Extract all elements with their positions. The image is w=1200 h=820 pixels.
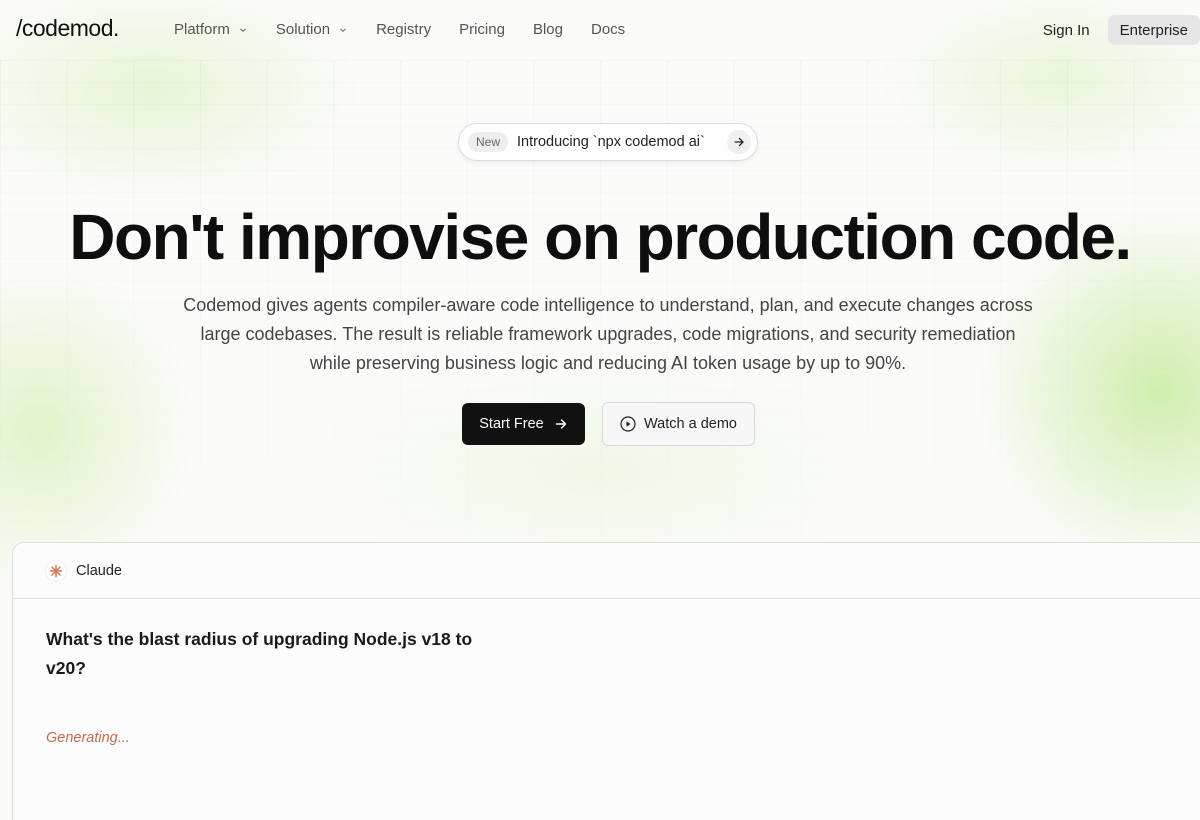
chevron-down-icon — [239, 27, 246, 32]
hero-subtitle: Codemod gives agents compiler-aware code… — [183, 295, 1033, 373]
nav-item-solution[interactable]: Solution — [276, 21, 348, 38]
chat-question: What's the blast radius of upgrading Nod… — [46, 629, 473, 678]
nav-item-blog[interactable]: Blog — [533, 21, 563, 38]
play-circle-icon — [620, 416, 636, 432]
nav-item-label: Blog — [532, 21, 563, 38]
agent-chat-card: Claude What's the blast radius of upgrad… — [12, 542, 1200, 820]
nav-item-docs[interactable]: Docs — [591, 21, 625, 38]
chat-header: Claude — [13, 543, 1200, 599]
claude-sparkle-icon — [45, 559, 67, 582]
top-navigation: /codemod. Platform Solution Registry Pri… — [0, 0, 1200, 60]
sign-in-link[interactable]: Sign In — [1043, 22, 1090, 39]
nav-item-pricing[interactable]: Pricing — [459, 21, 505, 38]
generating-status: Generating... — [46, 730, 130, 746]
nav-item-platform[interactable]: Platform — [174, 21, 248, 38]
hero-title: Don't improvise on production code. — [69, 201, 1132, 273]
agent-name: Claude — [76, 562, 122, 579]
announcement-text: Introducing `npx codemod ai` — [517, 134, 705, 150]
nav-actions: Sign In Enterprise — [1043, 15, 1200, 45]
start-free-label: Start Free — [479, 416, 544, 432]
chevron-down-icon — [340, 27, 346, 32]
nav-item-label: Platform — [174, 21, 230, 38]
nav-links: Platform Solution Registry Pricing Blog … — [174, 21, 625, 38]
nav-item-label: Docs — [590, 21, 626, 38]
enterprise-button[interactable]: Enterprise — [1107, 15, 1200, 45]
codemod-logo[interactable]: /codemod. — [16, 15, 119, 42]
nav-item-label: Registry — [376, 21, 432, 38]
watch-demo-button[interactable]: Watch a demo — [602, 402, 755, 446]
announcement-pill[interactable]: New Introducing `npx codemod ai` — [458, 123, 758, 161]
start-free-button[interactable]: Start Free — [462, 403, 585, 445]
arrow-right-icon — [555, 419, 566, 429]
nav-item-registry[interactable]: Registry — [376, 21, 431, 38]
watch-demo-label: Watch a demo — [644, 416, 737, 432]
nav-item-label: Solution — [275, 21, 331, 38]
arrow-right-icon — [727, 130, 751, 154]
nav-item-label: Pricing — [459, 21, 505, 38]
new-badge: New — [468, 132, 509, 152]
